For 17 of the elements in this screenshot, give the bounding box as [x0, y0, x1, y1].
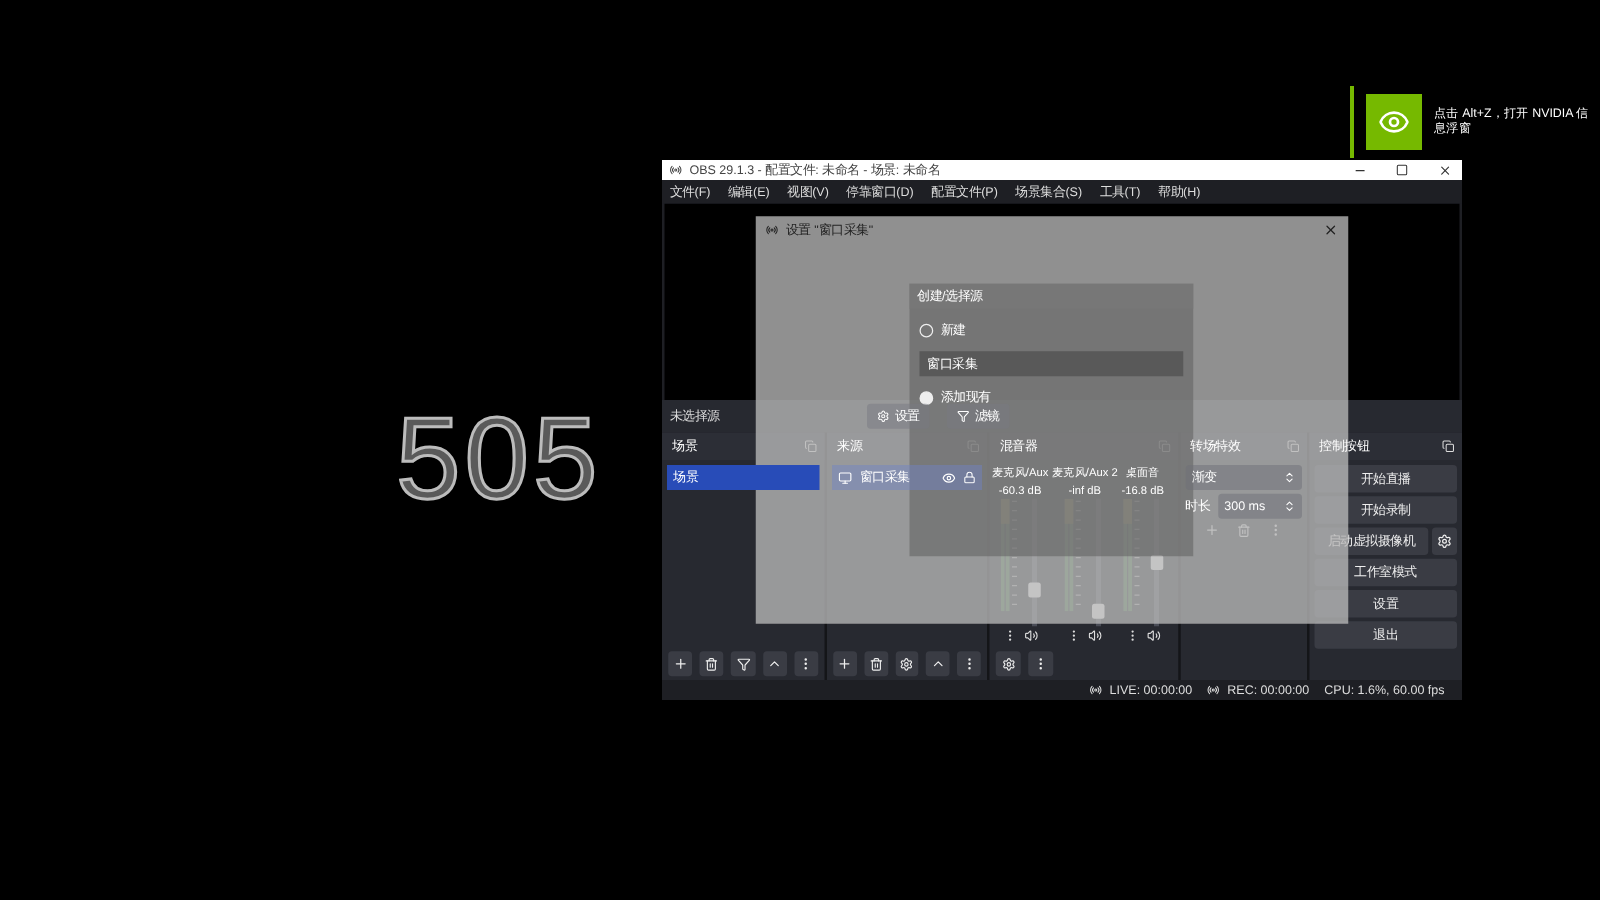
add-button[interactable] — [668, 651, 693, 677]
move-up-button[interactable] — [762, 651, 787, 677]
delete-button[interactable] — [699, 651, 724, 677]
settings-button[interactable] — [895, 651, 919, 677]
settings-button[interactable] — [995, 651, 1021, 677]
settings-button[interactable] — [1432, 527, 1457, 555]
more-button[interactable] — [957, 651, 981, 677]
add-button[interactable] — [833, 651, 857, 677]
more-button[interactable] — [1028, 651, 1054, 677]
eye-logo-icon — [1366, 94, 1422, 150]
radio-button[interactable] — [919, 323, 934, 337]
move-up-button[interactable] — [926, 651, 950, 677]
delete-button[interactable] — [864, 651, 888, 677]
desktop-number: 505 — [396, 392, 602, 526]
filter-button[interactable] — [731, 651, 756, 677]
radio-button[interactable] — [919, 390, 934, 405]
more-button[interactable] — [794, 651, 819, 677]
